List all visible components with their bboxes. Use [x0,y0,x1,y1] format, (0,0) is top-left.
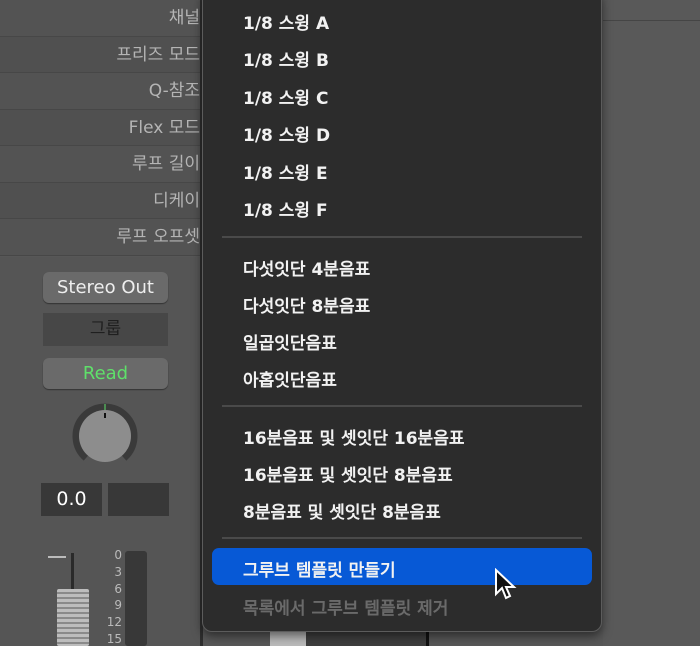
inspector-row[interactable]: 루프 길이 [0,146,230,183]
meter-scale-label: 6 [114,582,122,596]
menu-separator [222,405,582,407]
bottom-line [426,632,429,646]
menu-item[interactable]: 8분음표 및 셋잇단 8분음표 [243,498,441,523]
menu-item[interactable]: 일곱잇단음표 [243,329,337,354]
menu-item[interactable]: 1/8 스윙 F [243,196,328,221]
meter-scale-label: 12 [106,615,122,629]
meter-scale-label: 3 [114,565,122,579]
menu-item[interactable]: 16분음표 및 셋잇단 16분음표 [243,424,464,449]
menu-item[interactable]: 1/8 스윙 E [243,159,328,184]
track-inspector: 채널 프리즈 모드 Q-참조 Flex 모드 루프 길이 디케이 루프 오프셋 [0,0,230,256]
group-slot[interactable]: 그룹 [43,313,168,346]
right-panel [603,0,700,646]
output-button[interactable]: Stereo Out [43,272,168,303]
bottom-region [270,632,306,646]
pan-knob[interactable] [72,403,138,469]
meter-scale-label: 9 [114,598,122,612]
menu-item[interactable]: 1/8 스윙 A [243,9,329,34]
mouse-pointer-icon [495,568,517,600]
meter-scale-label: 0 [114,548,122,562]
menu-separator [222,236,582,238]
groove-quantize-menu: 1/8 스윙 A 1/8 스윙 B 1/8 스윙 C 1/8 스윙 D 1/8 … [202,0,602,632]
inspector-row[interactable]: 채널 [0,0,230,37]
bottom-region [306,632,426,646]
menu-item[interactable]: 아홉잇단음표 [243,366,337,391]
create-groove-template-item[interactable]: 그루브 템플릿 만들기 [243,556,396,581]
automation-mode-button[interactable]: Read [43,358,168,389]
remove-groove-template-item: 목록에서 그루브 템플릿 제거 [243,599,449,619]
inspector-row[interactable]: 프리즈 모드 [0,37,230,73]
inspector-row[interactable]: Flex 모드 [0,110,230,146]
level-meter [125,551,147,646]
peak-value[interactable] [108,483,169,516]
inspector-row[interactable]: Q-참조 [0,73,230,110]
menu-separator [222,537,582,539]
menu-item[interactable]: 다섯잇단 8분음표 [243,292,370,317]
menu-item[interactable]: 1/8 스윙 D [243,121,330,146]
inspector-row[interactable]: 디케이 [0,183,230,219]
inspector-row[interactable]: 루프 오프셋 [0,219,230,256]
meter-scale-label: 15 [106,632,122,646]
fader-handle[interactable] [57,589,89,646]
menu-item[interactable]: 1/8 스윙 C [243,84,328,109]
menu-item[interactable]: 다섯잇단 4분음표 [243,255,370,280]
fader-tick [48,556,66,558]
menu-item[interactable]: 16분음표 및 셋잇단 8분음표 [243,461,453,486]
volume-value[interactable]: 0.0 [41,483,102,516]
menu-item[interactable]: 1/8 스윙 B [243,46,329,71]
